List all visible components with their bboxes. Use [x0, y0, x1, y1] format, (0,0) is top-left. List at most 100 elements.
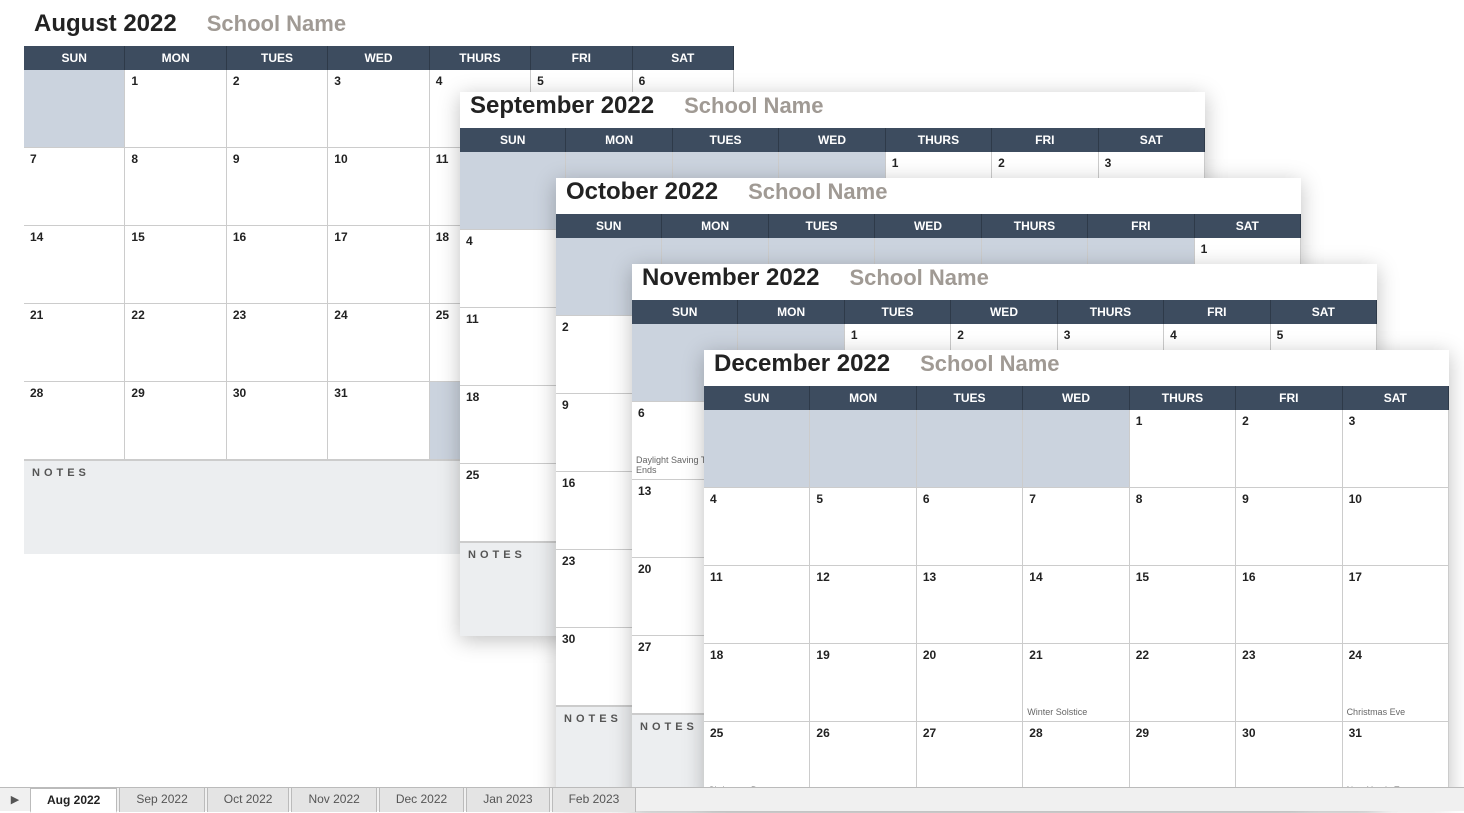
- calendar-cell[interactable]: 4: [704, 488, 810, 566]
- calendar-cell[interactable]: 18: [704, 644, 810, 722]
- calendar-cell[interactable]: 11: [460, 308, 566, 386]
- calendar-cell[interactable]: 5: [810, 488, 916, 566]
- calendar-cell[interactable]: 11: [704, 566, 810, 644]
- calendar-cell[interactable]: 10: [328, 148, 429, 226]
- calendar-cell[interactable]: 1: [125, 70, 226, 148]
- day-header-cell: THURS: [886, 128, 992, 152]
- calendar-cell[interactable]: 7: [1023, 488, 1129, 566]
- calendar-cell[interactable]: 21: [24, 304, 125, 382]
- calendar-cell[interactable]: 23: [1236, 644, 1342, 722]
- calendar-cell[interactable]: [1023, 410, 1129, 488]
- calendar-cell[interactable]: 16: [1236, 566, 1342, 644]
- calendar-cell[interactable]: 24Christmas Eve: [1343, 644, 1449, 722]
- day-header: SUNMONTUESWEDTHURSFRISAT: [556, 214, 1301, 238]
- calendar-cell[interactable]: 30: [227, 382, 328, 460]
- month-title: October 2022: [566, 178, 718, 206]
- calendar-cell[interactable]: 14: [1023, 566, 1129, 644]
- month-title: December 2022: [714, 350, 890, 378]
- day-header-cell: SUN: [556, 214, 662, 238]
- calendar-cell[interactable]: 3: [328, 70, 429, 148]
- calendar-cell[interactable]: 6: [917, 488, 1023, 566]
- calendar-cell[interactable]: 22: [125, 304, 226, 382]
- day-header: SUNMONTUESWEDTHURSFRISAT: [632, 300, 1377, 324]
- day-header-cell: MON: [125, 46, 226, 70]
- school-name: School Name: [684, 93, 823, 119]
- calendar-cell[interactable]: [24, 70, 125, 148]
- calendar-cell[interactable]: 3: [1343, 410, 1449, 488]
- calendar-cell[interactable]: [810, 410, 916, 488]
- calendar-cell[interactable]: 2: [1236, 410, 1342, 488]
- calendar-cell[interactable]: 8: [125, 148, 226, 226]
- calendar-cell[interactable]: 9: [227, 148, 328, 226]
- calendar-sheet-dec: December 2022 School Name SUNMONTUESWEDT…: [704, 350, 1449, 800]
- calendar-cell[interactable]: 8: [1130, 488, 1236, 566]
- calendar-cell[interactable]: 1: [1130, 410, 1236, 488]
- day-header-cell: SAT: [633, 46, 734, 70]
- day-header-cell: THURS: [982, 214, 1088, 238]
- sheet-tab[interactable]: Feb 2023: [552, 787, 637, 812]
- day-header-cell: SUN: [460, 128, 566, 152]
- calendar-cell[interactable]: 18: [460, 386, 566, 464]
- calendar-cell[interactable]: 21Winter Solstice: [1023, 644, 1129, 722]
- day-header-cell: FRI: [531, 46, 632, 70]
- calendar-cell[interactable]: 24: [328, 304, 429, 382]
- calendar-cell[interactable]: 29: [125, 382, 226, 460]
- day-header-cell: MON: [738, 300, 844, 324]
- day-header-cell: SUN: [632, 300, 738, 324]
- calendar-cell[interactable]: 17: [328, 226, 429, 304]
- calendar-cell[interactable]: 25: [460, 464, 566, 542]
- title-row: November 2022 School Name: [632, 264, 1377, 300]
- calendar-event: Christmas Eve: [1347, 708, 1444, 718]
- day-header: SUNMONTUESWEDTHURSFRISAT: [704, 386, 1449, 410]
- day-header-cell: SUN: [704, 386, 810, 410]
- calendar-cell[interactable]: 19: [810, 644, 916, 722]
- title-row: October 2022 School Name: [556, 178, 1301, 214]
- school-name: School Name: [920, 351, 1059, 377]
- day-header-cell: THURS: [1058, 300, 1164, 324]
- calendar-cell[interactable]: 15: [125, 226, 226, 304]
- month-title: August 2022: [34, 10, 177, 38]
- calendar-cell[interactable]: 31: [328, 382, 429, 460]
- calendar-cell[interactable]: 4: [460, 230, 566, 308]
- sheet-tab[interactable]: Sep 2022: [119, 787, 204, 812]
- school-name: School Name: [748, 179, 887, 205]
- sheet-tab[interactable]: Jan 2023: [466, 787, 549, 812]
- calendar-cell[interactable]: 17: [1343, 566, 1449, 644]
- tabs-container: Aug 2022Sep 2022Oct 2022Nov 2022Dec 2022…: [30, 787, 638, 812]
- calendar-cell[interactable]: 23: [227, 304, 328, 382]
- day-header-cell: WED: [1023, 386, 1129, 410]
- sheet-tab[interactable]: Nov 2022: [291, 787, 376, 812]
- day-header-cell: WED: [328, 46, 429, 70]
- calendar-cell[interactable]: 9: [1236, 488, 1342, 566]
- sheet-tab[interactable]: Oct 2022: [207, 787, 290, 812]
- calendar-cell[interactable]: [704, 410, 810, 488]
- calendar-cell[interactable]: 16: [227, 226, 328, 304]
- calendar-event: Winter Solstice: [1027, 708, 1124, 718]
- day-header-cell: WED: [779, 128, 885, 152]
- calendar-cell[interactable]: 14: [24, 226, 125, 304]
- calendar-grid: 123456789101112131415161718192021Winter …: [704, 410, 1449, 800]
- month-title: September 2022: [470, 92, 654, 120]
- calendar-cell[interactable]: 22: [1130, 644, 1236, 722]
- day-header-cell: FRI: [992, 128, 1098, 152]
- calendar-cell[interactable]: 13: [917, 566, 1023, 644]
- calendar-cell[interactable]: 12: [810, 566, 916, 644]
- tab-nav-icon[interactable]: ▶: [0, 793, 30, 806]
- calendar-cell[interactable]: 10: [1343, 488, 1449, 566]
- calendar-cell[interactable]: [460, 152, 566, 230]
- month-title: November 2022: [642, 264, 819, 292]
- day-header-cell: TUES: [917, 386, 1023, 410]
- sheet-tab[interactable]: Dec 2022: [379, 787, 464, 812]
- calendar-cell[interactable]: [917, 410, 1023, 488]
- day-header-cell: THURS: [1130, 386, 1236, 410]
- day-header-cell: THURS: [430, 46, 531, 70]
- calendar-cell[interactable]: 20: [917, 644, 1023, 722]
- sheet-tab[interactable]: Aug 2022: [30, 788, 117, 813]
- calendar-cell[interactable]: 2: [227, 70, 328, 148]
- calendar-cell[interactable]: 7: [24, 148, 125, 226]
- day-header-cell: SAT: [1195, 214, 1301, 238]
- school-name: School Name: [849, 265, 988, 291]
- calendar-cell[interactable]: 28: [24, 382, 125, 460]
- calendar-cell[interactable]: 15: [1130, 566, 1236, 644]
- day-header-cell: SAT: [1271, 300, 1377, 324]
